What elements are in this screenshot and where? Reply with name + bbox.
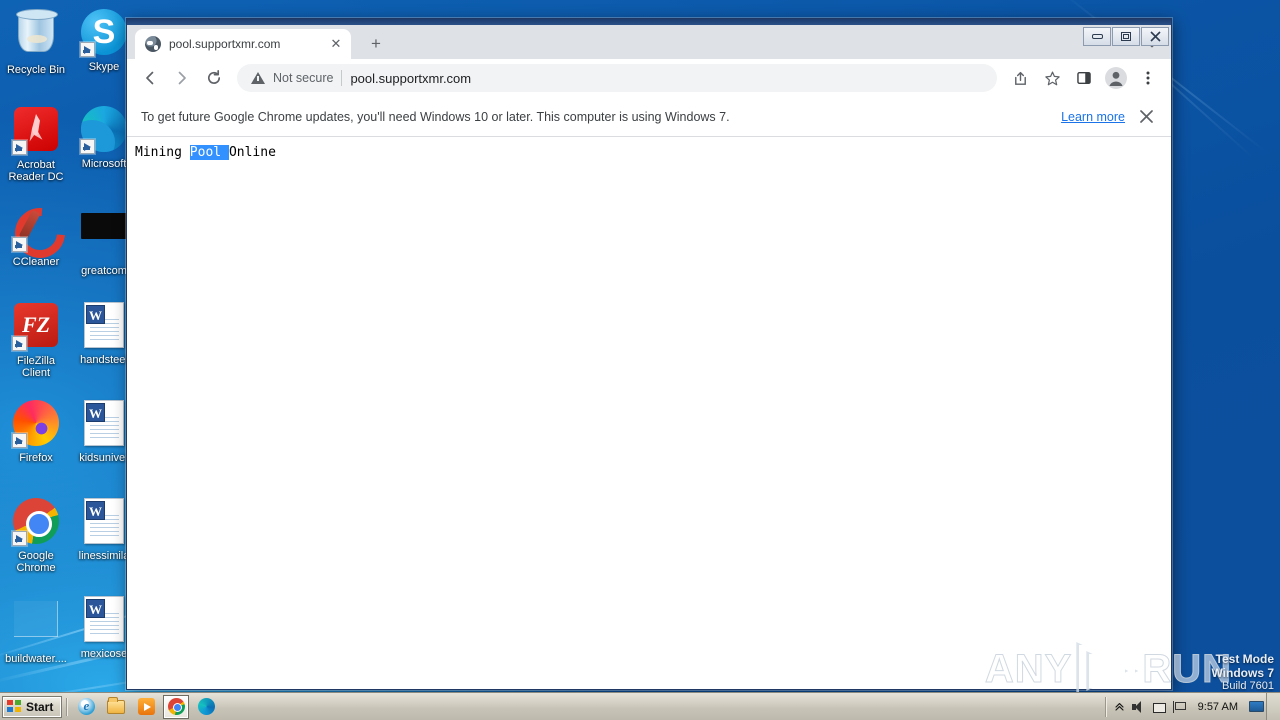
tab-strip: pool.supportxmr.com ✕ + bbox=[127, 25, 1171, 59]
microsoft-edge-icon bbox=[197, 698, 215, 715]
security-status-label: Not secure bbox=[273, 71, 334, 85]
share-icon[interactable] bbox=[1005, 63, 1035, 93]
taskbar-item-microsoft-edge[interactable] bbox=[193, 695, 219, 719]
desktop-icon-acrobat-reader[interactable]: Acrobat Reader DC bbox=[4, 105, 68, 183]
chrome-update-infobar: To get future Google Chrome updates, you… bbox=[127, 97, 1171, 137]
tray-monitor-icon[interactable] bbox=[1246, 697, 1266, 717]
tray-overflow-chevron-icon[interactable] bbox=[1110, 697, 1130, 717]
not-secure-warning-icon[interactable] bbox=[251, 72, 265, 84]
tab-close-icon[interactable]: ✕ bbox=[327, 35, 345, 53]
volume-icon[interactable] bbox=[1130, 697, 1150, 717]
taskbar-item-google-chrome[interactable] bbox=[163, 694, 190, 719]
taskbar-item-windows-media-player[interactable] bbox=[133, 695, 159, 719]
windows-taskbar: Start 9:57 AM bbox=[0, 692, 1280, 720]
microsoft-edge-icon bbox=[80, 106, 128, 154]
page-viewport[interactable]: Mining Pool Online bbox=[127, 137, 1171, 689]
browser-toolbar: Not secure pool.supportxmr.com bbox=[127, 59, 1171, 97]
desktop-icon-label: Google Chrome bbox=[16, 550, 56, 574]
profile-avatar-icon[interactable] bbox=[1101, 63, 1131, 93]
globe-favicon-icon bbox=[145, 36, 161, 52]
reload-button[interactable] bbox=[199, 63, 229, 93]
test-mode-line-1: Test Mode bbox=[1215, 652, 1274, 666]
taskbar-clock[interactable]: 9:57 AM bbox=[1190, 701, 1246, 713]
url-text[interactable]: pool.supportxmr.com bbox=[350, 71, 471, 86]
page-text-selected[interactable]: Pool bbox=[189, 145, 229, 160]
desktop-icon-label: Firefox bbox=[19, 452, 53, 464]
back-button[interactable] bbox=[135, 63, 165, 93]
minimize-button[interactable] bbox=[1083, 27, 1111, 46]
firefox-icon bbox=[12, 400, 60, 448]
start-button-label: Start bbox=[26, 699, 54, 714]
black-thumbnail-icon bbox=[80, 213, 128, 261]
window-controls bbox=[1083, 27, 1169, 46]
word-document-icon: W bbox=[80, 400, 128, 448]
bookmark-star-icon[interactable] bbox=[1037, 63, 1067, 93]
filezilla-icon bbox=[12, 303, 60, 351]
forward-button[interactable] bbox=[167, 63, 197, 93]
desktop-icon-label: Recycle Bin bbox=[6, 64, 66, 76]
desktop-icon-label: FileZilla Client bbox=[17, 355, 55, 379]
desktop-icon-filezilla-client[interactable]: FileZilla Client bbox=[4, 301, 68, 379]
network-icon[interactable] bbox=[1150, 697, 1170, 717]
desktop-icon-label: Acrobat Reader DC bbox=[8, 159, 64, 183]
word-document-icon: W bbox=[80, 498, 128, 546]
page-body-text[interactable]: Mining Pool Online bbox=[135, 145, 1163, 161]
word-document-icon: W bbox=[80, 302, 128, 350]
test-mode-line-3: Build 7601 bbox=[1222, 680, 1274, 692]
tab-title: pool.supportxmr.com bbox=[169, 37, 281, 51]
system-tray: 9:57 AM bbox=[1101, 692, 1280, 720]
skype-icon bbox=[80, 9, 128, 57]
desktop-icon-label: buildwater.... bbox=[5, 653, 67, 665]
infobar-learn-more-link[interactable]: Learn more bbox=[1061, 110, 1125, 124]
start-button[interactable]: Start bbox=[2, 695, 63, 718]
page-text-before: Mining bbox=[135, 145, 190, 160]
page-text-after: Online bbox=[228, 145, 276, 160]
media-player-icon bbox=[137, 698, 155, 715]
test-mode-line-2: Windows 7 bbox=[1211, 666, 1274, 680]
folder-icon bbox=[107, 696, 126, 714]
windows-flag-icon bbox=[7, 700, 22, 713]
google-chrome-icon bbox=[167, 698, 185, 715]
maximize-button[interactable] bbox=[1112, 27, 1140, 46]
google-chrome-icon bbox=[12, 498, 60, 546]
action-center-flag-icon[interactable] bbox=[1170, 697, 1190, 717]
address-bar[interactable]: Not secure pool.supportxmr.com bbox=[237, 64, 997, 92]
infobar-close-icon[interactable] bbox=[1135, 106, 1157, 128]
desktop-icon-recycle-bin[interactable]: Recycle Bin bbox=[4, 8, 68, 76]
word-document-icon: W bbox=[80, 596, 128, 644]
taskbar-item-windows-explorer[interactable] bbox=[103, 695, 129, 719]
close-button[interactable] bbox=[1141, 27, 1169, 46]
desktop-icon-ccleaner[interactable]: CCleaner bbox=[4, 203, 68, 268]
internet-explorer-icon bbox=[77, 698, 95, 715]
address-bar-divider bbox=[341, 70, 343, 86]
side-panel-icon[interactable] bbox=[1069, 63, 1099, 93]
taskbar-item-internet-explorer[interactable] bbox=[73, 695, 99, 719]
acrobat-reader-icon bbox=[12, 107, 60, 155]
generic-file-icon bbox=[12, 601, 60, 649]
tray-separator bbox=[1104, 696, 1106, 717]
browser-tab-active[interactable]: pool.supportxmr.com ✕ bbox=[135, 29, 351, 59]
chrome-menu-icon[interactable] bbox=[1133, 63, 1163, 93]
desktop-icon-buildwater[interactable]: buildwater.... bbox=[4, 595, 68, 665]
taskbar-separator bbox=[66, 697, 68, 716]
show-desktop-button[interactable] bbox=[1266, 692, 1280, 720]
new-tab-button[interactable]: + bbox=[363, 31, 389, 57]
infobar-message: To get future Google Chrome updates, you… bbox=[141, 109, 730, 124]
ccleaner-icon bbox=[12, 204, 60, 252]
chrome-browser-window[interactable]: pool.supportxmr.com ✕ + Not secure pool.… bbox=[126, 18, 1172, 690]
recycle-bin-icon bbox=[12, 9, 60, 60]
desktop-icon-firefox[interactable]: Firefox bbox=[4, 399, 68, 464]
desktop-icon-google-chrome[interactable]: Google Chrome bbox=[4, 497, 68, 574]
test-mode-watermark: Test Mode Windows 7 Build 7601 bbox=[1211, 652, 1274, 692]
